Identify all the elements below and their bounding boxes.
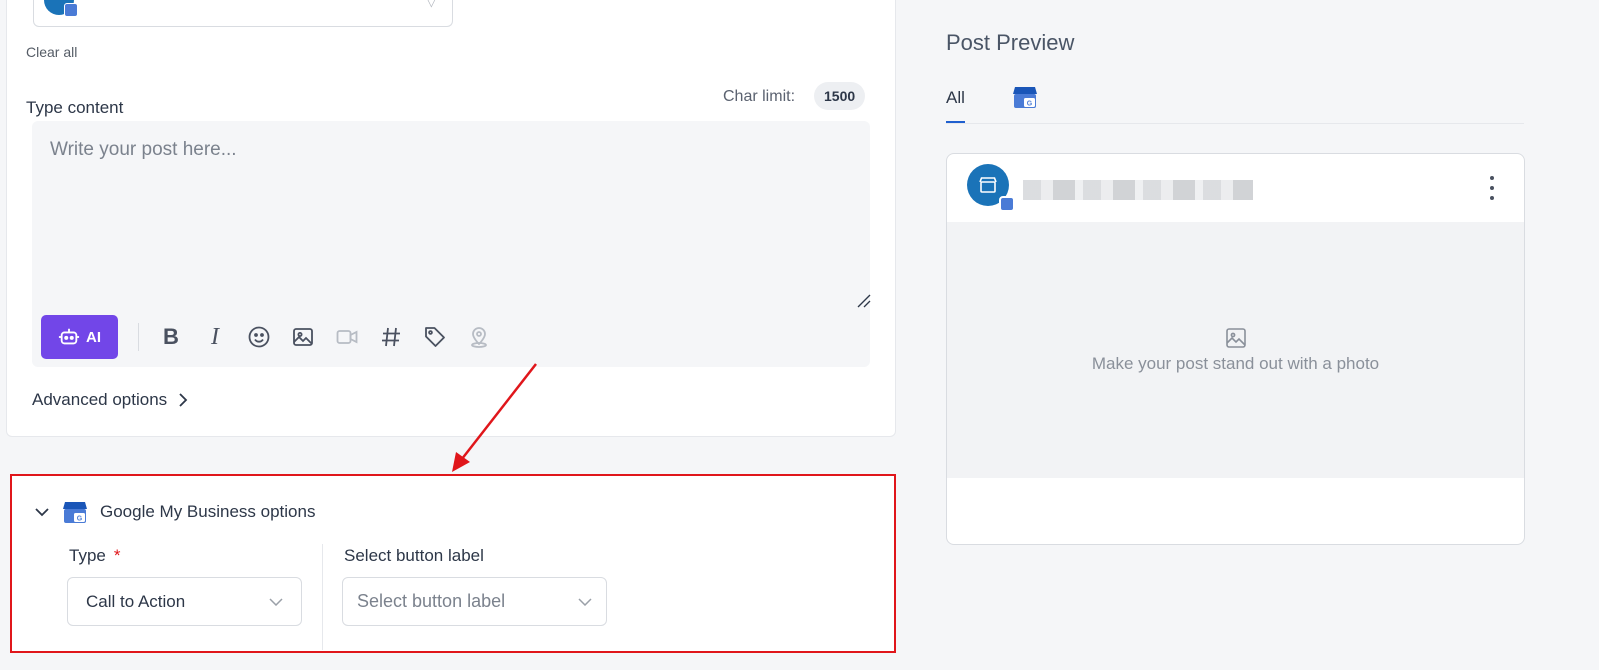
ai-button-label: AI: [86, 328, 101, 346]
gmb-options-panel: G Google My Business options Type * Call …: [10, 474, 896, 653]
gmb-options-header[interactable]: G Google My Business options: [34, 500, 315, 524]
gmb-badge-icon: [64, 3, 78, 17]
account-avatar: [44, 0, 78, 17]
char-limit-badge: 1500: [814, 82, 866, 110]
tab-gmb-icon[interactable]: G: [1012, 84, 1038, 110]
clear-all-link[interactable]: Clear all: [26, 44, 77, 60]
hashtag-icon[interactable]: [369, 315, 413, 359]
tab-all[interactable]: All: [946, 88, 965, 123]
button-label-title: Select button label: [344, 546, 484, 565]
account-select[interactable]: ▽: [33, 0, 453, 27]
advanced-options-label: Advanced options: [32, 390, 168, 409]
post-content-input[interactable]: [32, 121, 870, 301]
preview-card: Make your post stand out with a photo: [946, 153, 1525, 545]
robot-icon: [58, 328, 80, 345]
post-preview-title: Post Preview: [946, 30, 1075, 55]
svg-text:G: G: [1027, 101, 1033, 108]
bold-icon[interactable]: B: [149, 315, 193, 359]
more-options-icon[interactable]: [1482, 176, 1502, 200]
button-label-select[interactable]: Select button label: [342, 577, 607, 626]
preview-tabs: All G: [946, 84, 1524, 124]
preview-avatar: [967, 164, 1015, 212]
photo-placeholder: Make your post stand out with a photo: [947, 222, 1524, 478]
preview-account-name-blurred: [1023, 180, 1253, 200]
chevron-down-icon: ▽: [426, 0, 436, 9]
emoji-icon[interactable]: [237, 315, 281, 359]
button-label-placeholder: Select button label: [357, 591, 506, 611]
required-mark: *: [113, 546, 121, 565]
type-content-label: Type content: [26, 98, 124, 117]
annotation-arrow: [452, 363, 537, 472]
chevron-down-icon: [269, 597, 283, 606]
svg-text:G: G: [77, 516, 83, 523]
image-icon: [1225, 328, 1246, 348]
advanced-options-toggle[interactable]: Advanced options: [32, 390, 189, 410]
editor-toolbar: AI B I: [41, 315, 501, 359]
chevron-down-icon: [578, 597, 592, 606]
gmb-options-title: Google My Business options: [100, 502, 316, 521]
store-icon: [979, 177, 997, 193]
char-limit-label: Char limit:: [723, 88, 796, 105]
gmb-badge-icon: [999, 196, 1015, 212]
gmb-store-icon: G: [63, 502, 87, 523]
type-select-value: Call to Action: [86, 591, 186, 611]
resize-handle-icon[interactable]: [856, 293, 872, 309]
photo-hint-text: Make your post stand out with a photo: [1091, 354, 1380, 373]
type-select[interactable]: Call to Action: [67, 577, 302, 626]
tag-icon[interactable]: [413, 315, 457, 359]
options-divider: [322, 544, 323, 650]
type-label: Type *: [69, 546, 120, 566]
chevron-down-icon: [35, 508, 49, 517]
video-icon: [325, 315, 369, 359]
italic-icon[interactable]: I: [193, 315, 237, 359]
toolbar-divider: [138, 323, 139, 351]
image-icon[interactable]: [281, 315, 325, 359]
location-icon: [457, 315, 501, 359]
post-editor: AI B I: [32, 121, 872, 367]
chevron-right-icon: [179, 393, 188, 407]
type-label-text: Type: [69, 546, 106, 565]
post-preview-panel: Post Preview All G Make your post stand …: [946, 0, 1526, 670]
ai-assist-button[interactable]: AI: [41, 315, 118, 359]
